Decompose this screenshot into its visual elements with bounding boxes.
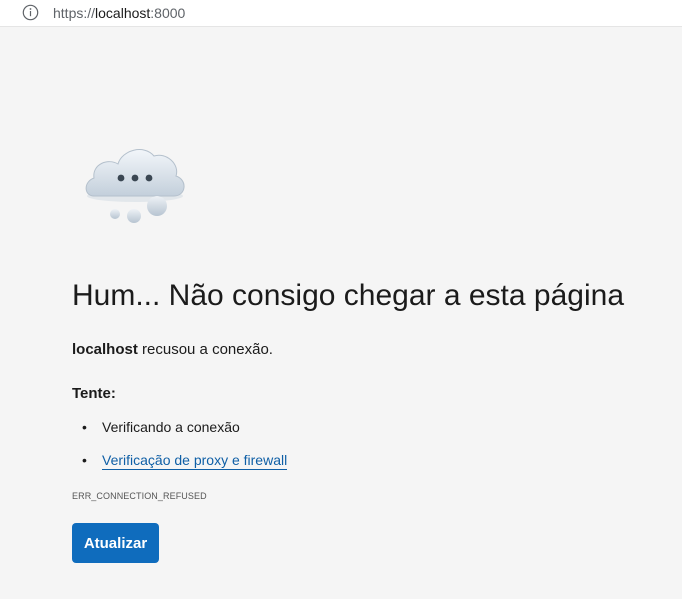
- url-host: localhost: [95, 5, 151, 21]
- proxy-firewall-link[interactable]: Verificação de proxy e firewall: [102, 452, 288, 470]
- suggestion-check-connection: • Verificando a conexão: [82, 418, 240, 436]
- url-scheme: https://: [53, 5, 96, 21]
- bullet: •: [82, 419, 87, 435]
- info-icon[interactable]: [22, 4, 39, 21]
- try-label: Tente:: [72, 385, 116, 402]
- suggestion-proxy-firewall: • Verificação de proxy e firewall: [82, 451, 288, 470]
- bullet: •: [82, 452, 87, 468]
- url-port: :8000: [150, 5, 186, 21]
- error-message: localhost recusou a conexão.: [72, 340, 273, 360]
- suggestion-text: Verificando a conexão: [102, 419, 240, 435]
- thinking-cloud-icon: [85, 149, 185, 223]
- page-title: Hum... Não consigo chegar a esta página: [72, 279, 624, 312]
- error-code: ERR_CONNECTION_REFUSED: [72, 491, 207, 501]
- url-text[interactable]: https://localhost:8000: [53, 4, 185, 22]
- error-message-host: localhost: [72, 341, 138, 358]
- refresh-button[interactable]: Atualizar: [72, 523, 159, 563]
- error-message-text: recusou a conexão.: [137, 341, 273, 358]
- address-bar[interactable]: https://localhost:8000: [0, 0, 682, 27]
